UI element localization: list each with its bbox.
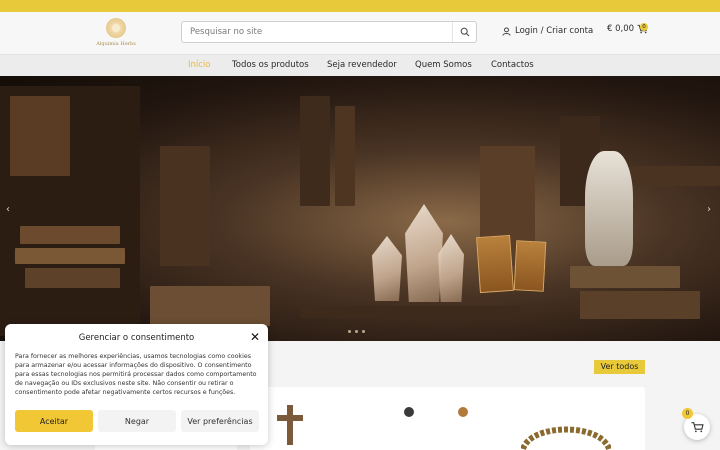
- nav-item-quem-somos[interactable]: Quem Somos: [415, 60, 472, 70]
- slider-dots: [348, 330, 365, 333]
- logo-text: Alquimia Herbs: [96, 41, 136, 47]
- consent-description: Para fornecer as melhores experiências, …: [15, 353, 257, 396]
- top-announcement-bar: [0, 0, 720, 12]
- user-icon: [502, 26, 511, 36]
- header-cart[interactable]: € 0,00 0: [607, 23, 648, 34]
- cart-count-badge: 0: [640, 23, 648, 31]
- accept-button[interactable]: Aceitar: [15, 410, 93, 432]
- view-all-button[interactable]: Ver todos: [594, 360, 645, 374]
- cart-total: € 0,00: [607, 24, 635, 34]
- login-link[interactable]: Login / Criar conta: [502, 26, 593, 36]
- logo-emblem-icon: [106, 18, 126, 38]
- preferences-button[interactable]: Ver preferências: [181, 410, 259, 432]
- search-input[interactable]: [182, 22, 452, 42]
- consent-title: Gerenciar o consentimento: [78, 333, 195, 343]
- cookie-consent-dialog: Gerenciar o consentimento ✕ Para fornece…: [5, 324, 268, 445]
- slider-prev-arrow[interactable]: ‹: [6, 204, 10, 215]
- login-label: Login / Criar conta: [515, 26, 594, 36]
- nav-item-seja-revendedor[interactable]: Seja revendedor: [327, 60, 397, 70]
- close-icon[interactable]: ✕: [250, 330, 260, 344]
- cart-icon: [691, 422, 704, 433]
- nav-item-todos-os-produtos[interactable]: Todos os produtos: [232, 60, 309, 70]
- main-navigation: Início Todos os produtos Seja revendedor…: [0, 54, 720, 76]
- site-logo[interactable]: Alquimia Herbs: [92, 18, 140, 52]
- product-card[interactable]: [250, 387, 392, 450]
- floating-cart-button[interactable]: 0: [682, 408, 710, 440]
- slider-dot[interactable]: [355, 330, 358, 333]
- slider-next-arrow[interactable]: ›: [707, 204, 711, 215]
- nav-item-contactos[interactable]: Contactos: [491, 60, 534, 70]
- deny-button[interactable]: Negar: [98, 410, 176, 432]
- floating-cart-count: 0: [682, 408, 693, 419]
- search-button[interactable]: [452, 22, 476, 42]
- nav-item-inicio[interactable]: Início: [188, 60, 211, 70]
- slider-dot[interactable]: [348, 330, 351, 333]
- slider-dot[interactable]: [362, 330, 365, 333]
- cross-pendant-image: [277, 405, 303, 445]
- bracelet-image: [521, 426, 611, 450]
- search-icon: [460, 27, 469, 37]
- search-box: [181, 21, 477, 43]
- hero-slider[interactable]: ‹ ›: [0, 76, 720, 341]
- product-card[interactable]: [503, 387, 645, 450]
